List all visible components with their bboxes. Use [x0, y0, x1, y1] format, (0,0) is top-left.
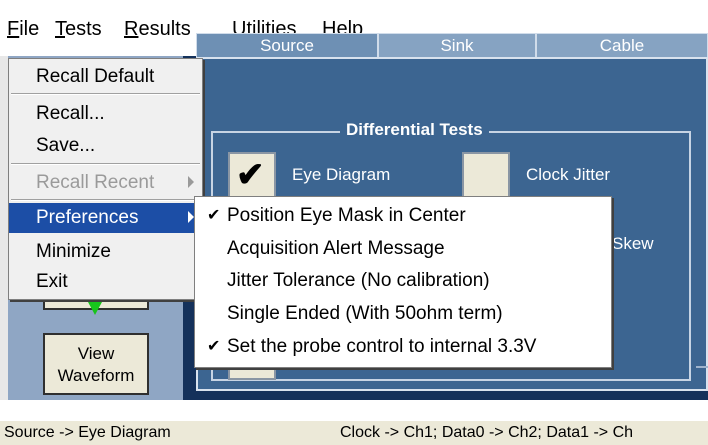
status-left: Source -> Eye Diagram — [4, 424, 171, 441]
submenu-arrow-icon — [188, 176, 194, 188]
clock-jitter-checkbox[interactable] — [462, 152, 510, 198]
menu-item-exit[interactable]: Exit — [9, 267, 202, 297]
menu-tests-mnemonic: T — [55, 18, 65, 40]
menu-item-recall-default[interactable]: Recall Default — [9, 62, 202, 92]
eye-diagram-checkbox[interactable]: ✔ — [228, 152, 276, 198]
submenu-item-eye-mask-center[interactable]: ✔ Position Eye Mask in Center — [195, 200, 611, 232]
menu-file[interactable]: File — [7, 18, 39, 41]
divider-tick — [696, 366, 708, 368]
menu-tests[interactable]: Tests — [55, 18, 102, 41]
status-bar: Source -> Eye Diagram Clock -> Ch1; Data… — [0, 420, 708, 445]
menu-separator — [11, 163, 200, 165]
menu-results[interactable]: Results — [124, 18, 191, 41]
down-arrow-icon — [88, 302, 102, 315]
checkmark-icon: ✔ — [207, 338, 221, 355]
skew-label: Skew — [612, 234, 654, 253]
menu-item-recall-recent[interactable]: Recall Recent — [9, 168, 202, 198]
menu-item-preferences[interactable]: Preferences — [9, 203, 202, 233]
menu-item-label: Recall... — [36, 103, 105, 124]
submenu-item-label: Position Eye Mask in Center — [227, 205, 466, 226]
tab-row: Source Sink Cable — [196, 33, 708, 57]
menu-item-label: Exit — [36, 271, 68, 292]
menu-item-label: Recall Recent — [36, 172, 155, 193]
file-menu: Recall Default Recall... Save... Recall … — [8, 58, 203, 300]
group-title: Differential Tests — [340, 120, 489, 140]
submenu-item-single-ended[interactable]: Single Ended (With 50ohm term) — [195, 298, 611, 330]
submenu-item-label: Single Ended (With 50ohm term) — [227, 303, 503, 324]
submenu-item-jitter-tolerance[interactable]: Jitter Tolerance (No calibration) — [195, 265, 611, 297]
menu-file-rest: ile — [19, 18, 40, 40]
submenu-item-acquisition-alert[interactable]: Acquisition Alert Message — [195, 233, 611, 265]
menu-item-recall[interactable]: Recall... — [9, 99, 202, 129]
menu-results-rest: esults — [138, 18, 191, 40]
view-waveform-line1: View — [77, 344, 115, 363]
checkmark-icon: ✔ — [207, 207, 221, 224]
submenu-item-label: Set the probe control to internal 3.3V — [227, 336, 537, 357]
menu-item-save[interactable]: Save... — [9, 131, 202, 161]
preferences-submenu: ✔ Position Eye Mask in Center Acquisitio… — [194, 196, 612, 368]
tab-cable[interactable]: Cable — [536, 33, 708, 57]
submenu-item-label: Jitter Tolerance (No calibration) — [227, 270, 490, 291]
left-strip — [0, 56, 8, 400]
submenu-item-label: Acquisition Alert Message — [227, 238, 445, 259]
view-waveform-line2: Waveform — [57, 366, 135, 385]
select-title: Sele — [650, 5, 685, 24]
eye-diagram-label: Eye Diagram — [292, 165, 391, 184]
menu-file-mnemonic: F — [7, 18, 20, 40]
menu-tests-rest: ests — [65, 18, 102, 40]
menu-item-label: Preferences — [36, 207, 139, 228]
status-right: Clock -> Ch1; Data0 -> Ch2; Data1 -> Ch — [340, 424, 634, 441]
menu-separator — [11, 93, 200, 95]
menu-results-mnemonic: R — [124, 18, 139, 40]
menu-separator — [11, 199, 200, 201]
menu-item-label: Save... — [36, 135, 96, 156]
menu-item-minimize[interactable]: Minimize — [9, 237, 202, 267]
menu-item-label: Recall Default — [36, 66, 155, 87]
check-mark-icon: ✔ — [236, 156, 265, 194]
clock-jitter-label: Clock Jitter — [526, 165, 611, 184]
tab-source[interactable]: Source — [196, 33, 378, 57]
view-waveform-button[interactable]: View Waveform — [43, 333, 149, 395]
menu-item-label: Minimize — [36, 241, 111, 262]
submenu-item-probe-control[interactable]: ✔ Set the probe control to internal 3.3V — [195, 331, 611, 363]
tab-sink[interactable]: Sink — [378, 33, 536, 57]
